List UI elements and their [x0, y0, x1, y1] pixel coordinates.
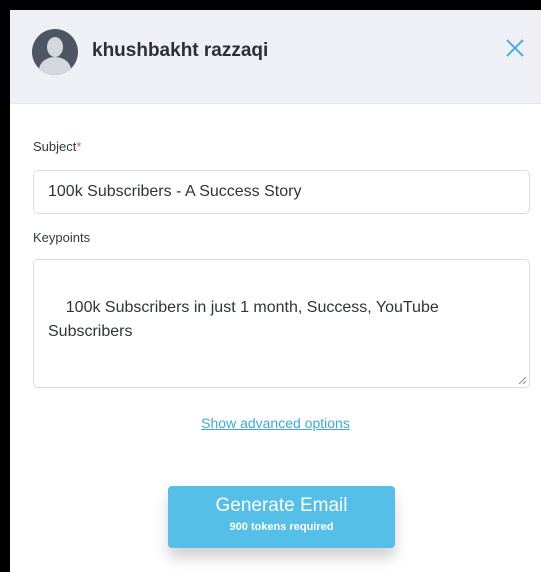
user-avatar-icon — [32, 29, 78, 75]
keypoints-text: 100k Subscribers in just 1 month, Succes… — [48, 299, 444, 340]
required-mark: * — [76, 139, 82, 154]
generate-email-button[interactable]: Generate Email 900 tokens required — [168, 486, 395, 548]
avatar-shoulders — [39, 57, 71, 75]
panel-header: khushbakht razzaqi — [10, 10, 541, 104]
resize-grip-icon[interactable] — [517, 375, 527, 385]
user-name: khushbakht razzaqi — [92, 40, 269, 61]
generate-email-label: Generate Email — [215, 495, 348, 516]
subject-label-text: Subject — [33, 139, 77, 154]
show-advanced-options-link[interactable]: Show advanced options — [10, 415, 541, 431]
email-generator-panel: khushbakht razzaqi Subject* 100k Subscri… — [10, 10, 541, 572]
close-button[interactable] — [503, 36, 527, 60]
tokens-required-label: 900 tokens required — [229, 521, 334, 533]
subject-input[interactable]: 100k Subscribers - A Success Story — [33, 170, 530, 214]
subject-label: Subject* — [33, 139, 81, 154]
keypoints-label: Keypoints — [33, 230, 91, 245]
close-icon[interactable] — [503, 36, 527, 60]
avatar-head — [47, 37, 63, 57]
keypoints-textarea[interactable]: 100k Subscribers in just 1 month, Succes… — [33, 259, 530, 388]
